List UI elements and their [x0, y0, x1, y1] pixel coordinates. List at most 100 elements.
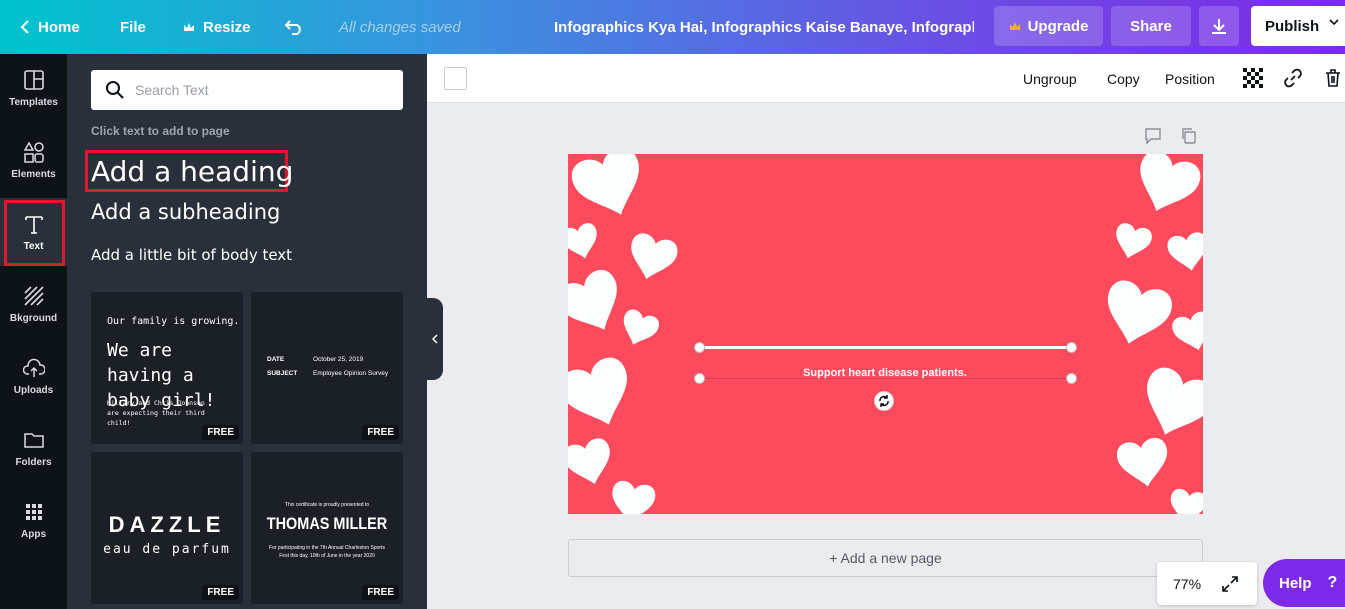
- comment-icon[interactable]: [1144, 127, 1162, 145]
- text-panel: Click text to add to page Add a heading …: [67, 54, 427, 609]
- resize-handle[interactable]: [694, 373, 705, 384]
- free-badge: FREE: [202, 425, 239, 440]
- canvas-toolbar: Ungroup Copy Position: [427, 54, 1345, 103]
- template-card-certificate[interactable]: This certificate is proudly presented to…: [251, 452, 403, 604]
- horizontal-line-element[interactable]: [699, 346, 1071, 349]
- selection-outline: [699, 378, 1071, 379]
- file-menu[interactable]: File: [120, 0, 146, 54]
- search-icon: [106, 81, 124, 99]
- template-text: eau de parfum: [103, 542, 231, 557]
- template-text: DATE: [267, 356, 285, 363]
- rail-item-templates[interactable]: Templates: [0, 54, 67, 122]
- ungroup-button[interactable]: Ungroup: [1023, 54, 1077, 103]
- home-label: Home: [38, 18, 80, 36]
- rail-item-background[interactable]: Bkground: [0, 270, 67, 338]
- free-badge: FREE: [362, 425, 399, 440]
- file-label: File: [120, 18, 146, 36]
- template-row: SUBJECT Employee Opinion Survey: [267, 370, 388, 377]
- template-text: This certificate is proudly presented to: [284, 502, 370, 508]
- apps-icon: [25, 503, 42, 520]
- top-bar: Home File Resize All changes saved Infog…: [0, 0, 1345, 54]
- rail-label: Templates: [9, 96, 58, 108]
- template-row: DATE October 25, 2019: [267, 356, 363, 363]
- position-button[interactable]: Position: [1165, 54, 1215, 103]
- home-button[interactable]: Home: [20, 0, 80, 54]
- undo-icon: [284, 20, 301, 35]
- upgrade-button[interactable]: Upgrade: [994, 6, 1103, 46]
- hearts-decoration: [568, 154, 1203, 514]
- resize-handle[interactable]: [1066, 373, 1077, 384]
- side-rail: Templates Elements Text Bkground Uploads…: [0, 54, 67, 609]
- upgrade-label: Upgrade: [1027, 17, 1089, 35]
- rail-item-uploads[interactable]: Uploads: [0, 342, 67, 410]
- crown-icon: [184, 22, 194, 31]
- zoom-level: 77%: [1173, 575, 1202, 592]
- template-text: Our family is growing.: [107, 316, 240, 327]
- rail-item-elements[interactable]: Elements: [0, 126, 67, 194]
- rail-label: Elements: [11, 168, 56, 180]
- resize-handle[interactable]: [694, 342, 705, 353]
- add-subheading-button[interactable]: Add a subheading: [91, 200, 280, 224]
- trash-icon[interactable]: [1323, 68, 1343, 88]
- transparency-icon[interactable]: [1243, 68, 1263, 88]
- copy-button[interactable]: Copy: [1107, 54, 1140, 103]
- elements-icon: [23, 140, 44, 163]
- panel-hint: Click text to add to page: [91, 124, 230, 138]
- publish-label: Publish: [1265, 17, 1320, 35]
- rail-label: Folders: [15, 456, 52, 468]
- template-card-survey[interactable]: DATE October 25, 2019 SUBJECT Employee O…: [251, 292, 403, 444]
- highlight-box: [4, 200, 65, 266]
- search-input[interactable]: [135, 82, 385, 98]
- uploads-icon: [22, 358, 45, 377]
- zoom-control[interactable]: 77%: [1157, 562, 1257, 605]
- download-button[interactable]: [1199, 6, 1239, 46]
- rotate-handle[interactable]: [874, 391, 894, 411]
- add-heading-button[interactable]: Add a heading: [85, 150, 293, 192]
- template-text: Employee Opinion Survey: [313, 370, 389, 377]
- free-badge: FREE: [362, 585, 399, 600]
- resize-button[interactable]: Resize: [183, 0, 251, 54]
- search-box[interactable]: [91, 70, 403, 110]
- template-card-baby[interactable]: Our family is growing. We are having a b…: [91, 292, 243, 444]
- document-title[interactable]: Infographics Kya Hai, Infographics Kaise…: [554, 0, 974, 54]
- rail-label: Apps: [21, 528, 46, 540]
- save-status: All changes saved: [339, 18, 461, 36]
- free-badge: FREE: [202, 585, 239, 600]
- rail-item-text[interactable]: Text: [0, 198, 67, 266]
- chevron-left-icon: [20, 20, 29, 34]
- resize-label: Resize: [203, 18, 251, 36]
- color-swatch[interactable]: [444, 67, 467, 90]
- template-text: THOMAS MILLER: [266, 514, 388, 533]
- publish-button[interactable]: Publish: [1251, 6, 1345, 46]
- rail-item-folders[interactable]: Folders: [0, 414, 67, 482]
- crown-icon: [1009, 21, 1020, 30]
- template-text: Hillary and Chris Johnson are expecting …: [107, 399, 205, 427]
- rail-label: Bkground: [9, 312, 58, 324]
- chevron-down-icon: [1329, 19, 1339, 26]
- add-body-text-button[interactable]: Add a little bit of body text: [91, 246, 292, 264]
- fullscreen-icon[interactable]: [1221, 575, 1239, 593]
- download-icon: [1212, 19, 1226, 34]
- share-label: Share: [1130, 17, 1172, 35]
- share-button[interactable]: Share: [1111, 6, 1191, 46]
- rail-label: Uploads: [13, 384, 54, 396]
- background-icon: [23, 285, 44, 306]
- resize-handle[interactable]: [1066, 342, 1077, 353]
- link-icon[interactable]: [1283, 68, 1303, 88]
- help-label: Help: [1279, 574, 1312, 592]
- collapse-panel-button[interactable]: [427, 298, 443, 380]
- design-page[interactable]: Support heart disease patients.: [568, 154, 1203, 514]
- help-button[interactable]: Help ?: [1263, 559, 1345, 607]
- template-text: SUBJECT: [267, 370, 298, 377]
- duplicate-page-icon[interactable]: [1180, 127, 1198, 145]
- templates-icon: [23, 69, 44, 90]
- folders-icon: [23, 432, 44, 448]
- chevron-left-icon: [432, 334, 438, 344]
- template-text: October 25, 2019: [313, 356, 364, 363]
- add-new-page-button[interactable]: + Add a new page: [568, 539, 1203, 577]
- undo-button[interactable]: [284, 0, 304, 54]
- template-card-dazzle[interactable]: DAZZLE eau de parfum FREE: [91, 452, 243, 604]
- rotate-icon: [879, 395, 889, 407]
- question-icon: ?: [1327, 574, 1338, 591]
- rail-item-apps[interactable]: Apps: [0, 486, 67, 554]
